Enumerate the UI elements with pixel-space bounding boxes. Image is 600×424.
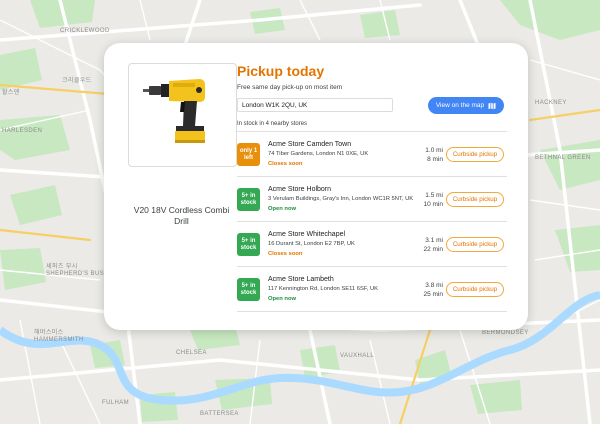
map-label-cricklewood-localized: 크리클우드 — [62, 78, 92, 84]
store-row-camden-town[interactable]: only 1 left Acme Store Camden Town 74 Ti… — [237, 132, 507, 177]
map-label-bermondsey: BERMONDSEY — [482, 330, 529, 336]
stock-summary: In stock in 4 nearby stores — [237, 121, 308, 127]
stock-badge: 5+ in stock — [237, 278, 260, 301]
store-row-holborn[interactable]: 5+ in stock Acme Store Holborn 3 Verulam… — [237, 177, 507, 222]
store-status: Closes soon — [268, 161, 303, 167]
store-name: Acme Store Holborn — [268, 186, 332, 193]
store-address: 3 Verulam Buildings, Gray's Inn, London … — [268, 196, 414, 202]
location-input[interactable] — [237, 98, 393, 112]
map-label-hammersmith: HAMMERSMITH — [34, 337, 84, 343]
store-list: only 1 left Acme Store Camden Town 74 Ti… — [237, 132, 507, 312]
store-distance: 1.0 mi — [425, 147, 443, 154]
store-travel-time: 22 min — [423, 246, 443, 253]
store-address: 117 Kennington Rd, London SE11 6SF, UK — [268, 286, 379, 292]
map-label-vauxhall: VAUXHALL — [340, 353, 375, 359]
store-distance-time: 3.8 mi 25 min — [423, 281, 443, 299]
store-distance-time: 3.1 mi 22 min — [423, 236, 443, 254]
map-icon — [488, 102, 496, 110]
pickup-title: Pickup today — [237, 63, 325, 79]
map-label-shepherds-bush: SHEPHERD'S BUSH — [46, 271, 109, 277]
store-distance-time: 1.0 mi 8 min — [423, 146, 443, 164]
map-label-hackney: HACKNEY — [535, 100, 567, 106]
product-image-frame — [128, 63, 237, 167]
store-distance: 1.5 mi — [425, 192, 443, 199]
pickup-card: V20 18V Cordless Combi Drill Pickup toda… — [104, 43, 528, 330]
store-travel-time: 10 min — [423, 201, 443, 208]
map-label-harlesden: HARLESDEN — [2, 128, 43, 134]
store-distance-time: 1.5 mi 10 min — [423, 191, 443, 209]
store-distance: 3.8 mi — [425, 282, 443, 289]
view-on-map-label: View on the map — [435, 102, 485, 109]
map-label-chelsea: CHELSEA — [176, 350, 207, 356]
store-row-lambeth[interactable]: 5+ in stock Acme Store Lambeth 117 Kenni… — [237, 267, 507, 312]
store-address: 74 Tiber Gardens, London N1 0XE, UK — [268, 151, 369, 157]
stock-badge: 5+ in stock — [237, 188, 260, 211]
store-distance: 3.1 mi — [425, 237, 443, 244]
store-travel-time: 8 min — [427, 156, 443, 163]
pickup-subtitle: Free same day pick-up on most item — [237, 84, 343, 91]
view-on-map-button[interactable]: View on the map — [428, 97, 504, 114]
store-address: 16 Durant St, London E2 7BP, UK — [268, 241, 355, 247]
map-label-bethnal-green: BETHNAL GREEN — [535, 155, 591, 161]
curbside-pickup-button[interactable]: Curbside pickup — [446, 147, 504, 162]
stock-badge: 5+ in stock — [237, 233, 260, 256]
store-name: Acme Store Whitechapel — [268, 231, 346, 238]
map-label-battersea: BATTERSEA — [200, 411, 239, 417]
store-status: Open now — [268, 206, 297, 212]
curbside-pickup-button[interactable]: Curbside pickup — [446, 192, 504, 207]
store-row-whitechapel[interactable]: 5+ in stock Acme Store Whitechapel 16 Du… — [237, 222, 507, 267]
stock-badge: only 1 left — [237, 143, 260, 166]
product-name: V20 18V Cordless Combi Drill — [133, 205, 230, 226]
map-label-hammersmith-localized: 해머스미스 — [34, 330, 64, 336]
curbside-pickup-button[interactable]: Curbside pickup — [446, 282, 504, 297]
map-label-harlesden-localized: 할스덴 — [2, 90, 20, 96]
store-travel-time: 25 min — [423, 291, 443, 298]
map-label-shepherds-bush-localized: 셰퍼즈 부시 — [46, 264, 78, 270]
store-name: Acme Store Camden Town — [268, 141, 352, 148]
curbside-pickup-button[interactable]: Curbside pickup — [446, 237, 504, 252]
map-label-fulham: FULHAM — [102, 400, 130, 406]
map-label-cricklewood: CRICKLEWOOD — [60, 28, 110, 34]
store-name: Acme Store Lambeth — [268, 276, 334, 283]
cordless-drill-image — [143, 79, 205, 143]
store-status: Closes soon — [268, 251, 303, 257]
store-status: Open now — [268, 296, 297, 302]
